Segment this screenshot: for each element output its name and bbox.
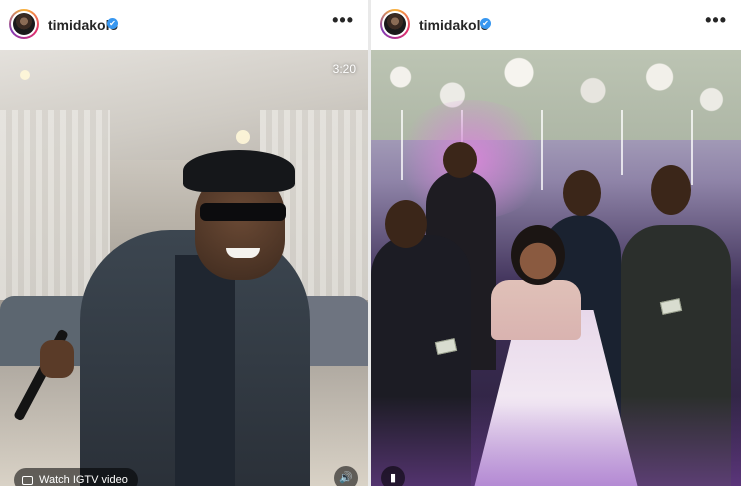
- verified-badge-icon: ✔: [480, 18, 491, 29]
- sound-toggle-icon[interactable]: 🔊: [334, 466, 358, 486]
- verified-badge-icon: ✔: [107, 18, 118, 29]
- guest-head: [651, 165, 691, 215]
- performer-shirt: [175, 255, 235, 486]
- post-header: timidakolo ✔ •••: [0, 0, 368, 50]
- crystal-strand: [691, 110, 693, 185]
- performer-beret: [183, 150, 295, 192]
- igtv-icon: [22, 475, 33, 485]
- guest-head: [385, 200, 427, 248]
- light: [20, 70, 30, 80]
- avatar-photo: [384, 13, 406, 35]
- crystal-strand: [621, 110, 623, 175]
- more-options-icon[interactable]: •••: [332, 11, 354, 29]
- bride-bodice: [491, 280, 581, 340]
- guest-head: [563, 170, 601, 216]
- post-photo[interactable]: ▮: [371, 50, 741, 486]
- video-duration: 3:20: [332, 62, 356, 76]
- post-header: timidakolo ✔ •••: [371, 0, 741, 50]
- more-options-icon[interactable]: •••: [705, 11, 727, 29]
- username-link[interactable]: timidakolo: [419, 17, 489, 33]
- performer-sunglasses: [200, 203, 286, 221]
- avatar-photo: [13, 13, 35, 35]
- watch-igtv-label: Watch IGTV video: [39, 474, 128, 486]
- watch-igtv-button[interactable]: Watch IGTV video: [14, 468, 138, 486]
- bride-head: [511, 225, 565, 285]
- media-type-icon[interactable]: ▮: [381, 466, 405, 486]
- post-video[interactable]: 3:20 Watch IGTV video 🔊: [0, 50, 368, 486]
- avatar[interactable]: [9, 9, 39, 39]
- avatar[interactable]: [380, 9, 410, 39]
- floor-light: [371, 396, 741, 486]
- light: [236, 130, 250, 144]
- performer-hand: [40, 340, 74, 378]
- performer-smile: [226, 248, 260, 258]
- post-left: timidakolo ✔ ••• 3:20 Watch IGTV video 🔊: [0, 0, 368, 486]
- guest-head: [443, 142, 477, 178]
- post-right: timidakolo ✔ ••• ▮: [371, 0, 741, 486]
